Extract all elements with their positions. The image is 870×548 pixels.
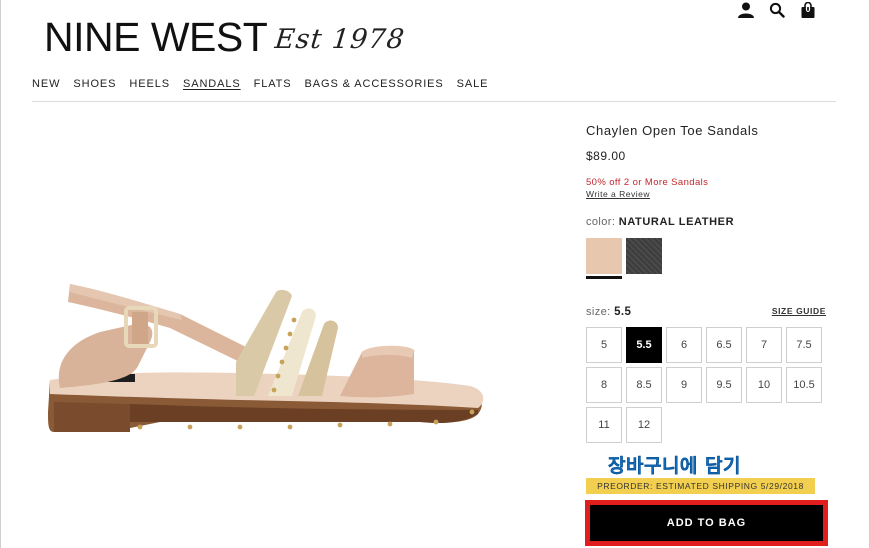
size-option[interactable]: 6 <box>666 327 702 363</box>
bag-count: 0 <box>805 4 811 14</box>
size-option[interactable]: 5.5 <box>626 327 662 363</box>
add-to-bag-label: ADD TO BAG <box>590 505 823 541</box>
color-label: color: <box>586 216 616 228</box>
brand-established: Est 1978 <box>273 24 407 55</box>
color-value: NATURAL LEATHER <box>618 216 735 228</box>
swatch-natural-leather[interactable] <box>586 238 622 274</box>
shopping-bag-icon[interactable]: 0 <box>799 1 817 19</box>
product-image[interactable] <box>40 262 492 442</box>
product-title: Chaylen Open Toe Sandals <box>586 123 759 138</box>
size-option[interactable]: 9.5 <box>706 367 742 403</box>
add-to-bag-button[interactable]: ADD TO BAG <box>585 500 828 546</box>
size-option[interactable]: 11 <box>586 407 622 443</box>
size-grid: 5 5.5 6 6.5 7 7.5 8 8.5 9 9.5 10 10.5 11 12 <box>586 327 828 443</box>
swatch-black[interactable] <box>626 238 662 274</box>
product-price: $89.00 <box>586 149 626 163</box>
preorder-banner: PREORDER: ESTIMATED SHIPPING 5/29/2018 <box>586 478 815 494</box>
brand-name: NINE WEST <box>44 14 268 60</box>
size-option[interactable]: 10.5 <box>786 367 822 403</box>
write-review-link[interactable]: Write a Review <box>586 189 650 199</box>
nav-item-sale[interactable]: SALE <box>457 77 489 91</box>
nav-item-flats[interactable]: FLATS <box>254 77 292 91</box>
nav-item-shoes[interactable]: SHOES <box>73 77 116 91</box>
size-option[interactable]: 8 <box>586 367 622 403</box>
search-icon[interactable] <box>768 1 786 19</box>
nav-divider <box>32 101 836 102</box>
size-option[interactable]: 12 <box>626 407 662 443</box>
main-nav: NEW SHOES HEELS SANDALS FLATS BAGS & ACC… <box>32 77 488 91</box>
nav-item-heels[interactable]: HEELS <box>129 77 170 91</box>
nav-item-sandals[interactable]: SANDALS <box>183 77 241 91</box>
color-row: color: NATURAL LEATHER <box>586 216 734 228</box>
size-option[interactable]: 10 <box>746 367 782 403</box>
nav-item-bags-accessories[interactable]: BAGS & ACCESSORIES <box>305 77 444 91</box>
size-row: size: 5.5 SIZE GUIDE <box>586 306 826 318</box>
size-option[interactable]: 5 <box>586 327 622 363</box>
size-value: 5.5 <box>614 306 632 318</box>
size-label: size: <box>586 306 611 318</box>
sandal-illustration <box>48 284 484 432</box>
size-option[interactable]: 6.5 <box>706 327 742 363</box>
size-option[interactable]: 7.5 <box>786 327 822 363</box>
account-icon[interactable] <box>737 1 755 19</box>
size-guide-link[interactable]: SIZE GUIDE <box>772 306 826 316</box>
size-option[interactable]: 7 <box>746 327 782 363</box>
header-icons: 0 <box>737 0 817 20</box>
korean-caption: 장바구니에 담기 <box>608 455 741 477</box>
brand-logo[interactable]: NINE WEST Est 1978 <box>44 10 407 60</box>
size-option[interactable]: 9 <box>666 367 702 403</box>
promo-text[interactable]: 50% off 2 or More Sandals <box>586 177 708 188</box>
swatch-selected-indicator <box>586 276 622 279</box>
size-option[interactable]: 8.5 <box>626 367 662 403</box>
nav-item-new[interactable]: NEW <box>32 77 60 91</box>
